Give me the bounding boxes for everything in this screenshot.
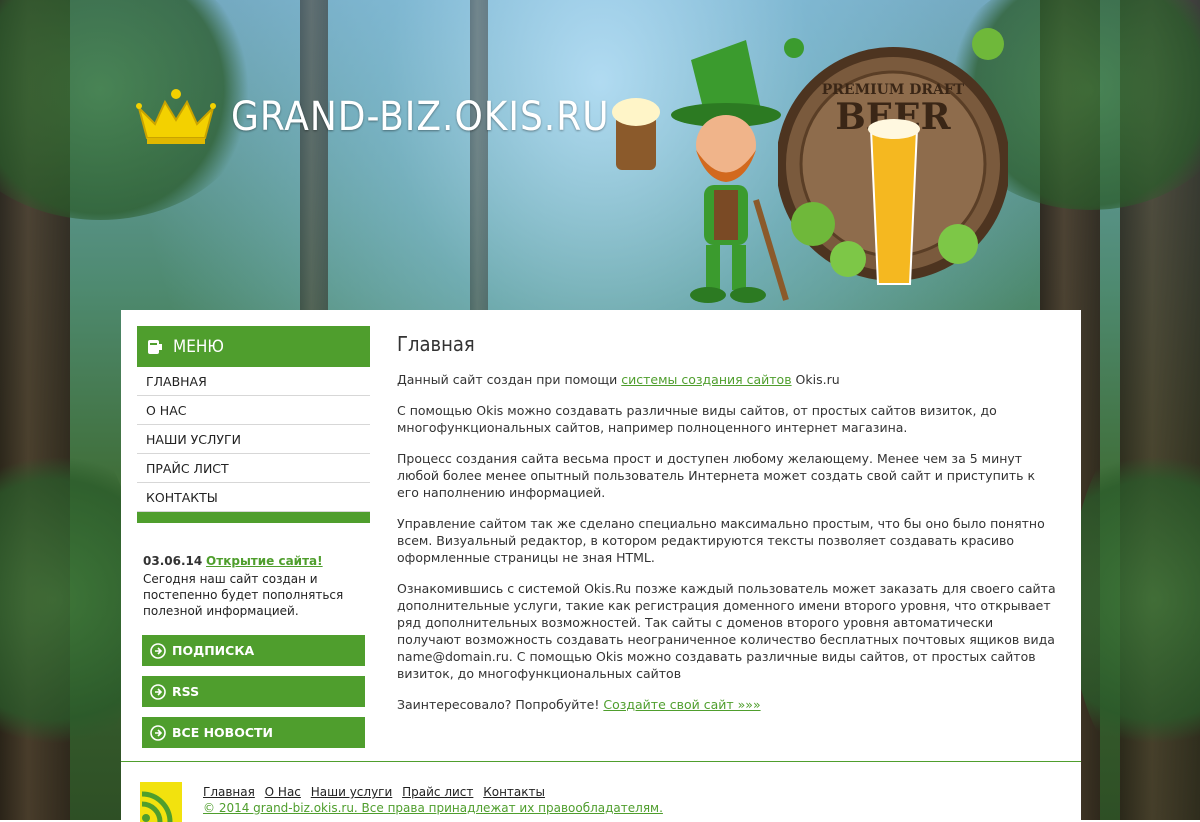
arrow-right-circle-icon	[150, 683, 166, 700]
footer-link-services[interactable]: Наши услуги	[311, 785, 393, 799]
menu-item-contacts[interactable]: КОНТАКТЫ	[137, 483, 370, 512]
menu-footer-bar	[137, 512, 370, 523]
text-span: Okis.ru	[791, 372, 840, 387]
menu-item-home[interactable]: ГЛАВНАЯ	[137, 367, 370, 396]
arrow-right-circle-icon	[150, 642, 166, 659]
news-text: Сегодня наш сайт создан и постепенно буд…	[143, 572, 344, 618]
site-builder-link[interactable]: системы создания сайтов	[621, 372, 791, 387]
menu-title: МЕНЮ	[173, 336, 224, 357]
sidebar: МЕНЮ ГЛАВНАЯ О НАС НАШИ УСЛУГИ ПРАЙС ЛИС…	[137, 326, 370, 748]
menu-header: МЕНЮ	[137, 326, 370, 367]
footer: Главная О Нас Наши услуги Прайс лист Кон…	[121, 761, 1081, 822]
menu-list: ГЛАВНАЯ О НАС НАШИ УСЛУГИ ПРАЙС ЛИСТ КОН…	[137, 367, 370, 512]
crown-icon	[136, 89, 216, 144]
all-news-button[interactable]: ВСЕ НОВОСТИ	[142, 717, 365, 748]
main-panel: МЕНЮ ГЛАВНАЯ О НАС НАШИ УСЛУГИ ПРАЙС ЛИС…	[121, 310, 1081, 820]
menu-icon	[148, 339, 162, 354]
news-title-link[interactable]: Открытие сайта!	[206, 554, 323, 568]
rss-button[interactable]: RSS	[142, 676, 365, 707]
menu-item-about[interactable]: О НАС	[137, 396, 370, 425]
rss-icon	[140, 782, 182, 822]
text-span: Данный сайт создан при помощи	[397, 372, 622, 387]
content-paragraph: Управление сайтом так же сделано специал…	[397, 516, 1045, 565]
beer-barrel-icon: PREMIUM DRAFT BEER	[778, 28, 1008, 285]
all-news-label: ВСЕ НОВОСТИ	[172, 725, 273, 740]
content-paragraph: Данный сайт создан при помощи системы со…	[397, 371, 1057, 388]
footer-link-pricelist[interactable]: Прайс лист	[402, 785, 473, 799]
main-content: Главная Данный сайт создан при помощи си…	[397, 332, 1057, 727]
rss-feed-icon[interactable]	[140, 782, 182, 822]
footer-nav: Главная О Нас Наши услуги Прайс лист Кон…	[203, 784, 663, 816]
menu-item-pricelist[interactable]: ПРАЙС ЛИСТ	[137, 454, 370, 483]
subscribe-button[interactable]: ПОДПИСКА	[142, 635, 365, 666]
content-paragraph: С помощью Okis можно создавать различные…	[397, 403, 997, 435]
footer-link-contacts[interactable]: Контакты	[483, 785, 545, 799]
footer-link-about[interactable]: О Нас	[265, 785, 301, 799]
text-span: Заинтересовало? Попробуйте!	[397, 697, 604, 712]
page-title: Главная	[397, 332, 475, 356]
footer-link-home[interactable]: Главная	[203, 785, 255, 799]
arrow-right-circle-icon	[150, 724, 166, 741]
content-paragraph: Ознакомившись с системой Okis.Ru позже к…	[397, 581, 1056, 681]
content-paragraph: Заинтересовало? Попробуйте! Создайте сво…	[397, 696, 1057, 713]
news-date: 03.06.14	[143, 554, 203, 568]
site-title: GRAND-BIZ.OKIS.RU	[231, 94, 610, 140]
content-paragraph: Процесс создания сайта весьма прост и до…	[397, 451, 1036, 500]
news-block: 03.06.14 Открытие сайта! Сегодня наш сай…	[137, 553, 370, 619]
create-site-link[interactable]: Создайте свой сайт »»»	[603, 697, 760, 712]
copyright-text: © 2014 grand-biz.okis.ru. Все права прин…	[203, 801, 663, 815]
rss-label: RSS	[172, 684, 200, 699]
subscribe-label: ПОДПИСКА	[172, 643, 255, 658]
menu-item-services[interactable]: НАШИ УСЛУГИ	[137, 425, 370, 454]
site-logo[interactable]: GRAND-BIZ.OKIS.RU	[135, 88, 610, 146]
